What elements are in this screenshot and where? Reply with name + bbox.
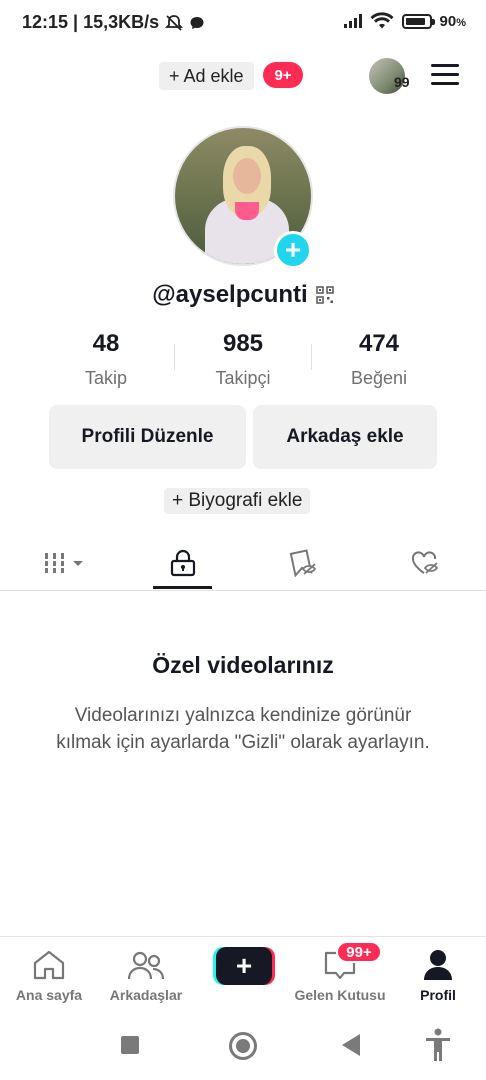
recents-icon[interactable] [121,1036,139,1054]
stat-label: Takipçi [215,368,271,388]
qr-code-icon[interactable] [315,286,334,304]
stat-followers[interactable]: 985 Takipçi [178,330,308,389]
system-navigation-bar [0,1010,486,1080]
add-friend-button[interactable]: Arkadaş ekle [253,405,437,469]
status-left: 12:15 | 15,3KB/s [22,12,205,33]
lock-icon [170,549,195,577]
message-bubble-icon [190,16,204,29]
stat-value: 985 [222,330,264,357]
home-icon [33,950,65,980]
status-right: 90% [343,12,466,30]
mute-bell-icon [165,14,184,31]
home-button-icon[interactable] [229,1032,257,1060]
empty-state-text: Videolarınızı yalnızca kendinize görünür… [56,705,430,753]
ad-badge: 9+ [263,62,303,88]
profile-icon [424,950,452,980]
stat-following[interactable]: 48 Takip [41,330,171,389]
stat-label: Beğeni [350,368,408,388]
back-icon[interactable] [342,1034,360,1056]
add-bio-button[interactable]: + Biyografi ekle [164,488,311,514]
stat-likes[interactable]: 474 Beğeni [314,330,444,389]
stat-divider [174,344,175,370]
tab-videos[interactable] [30,535,100,591]
stat-divider [311,344,312,370]
nav-profile[interactable]: Profil [408,937,468,1011]
add-ad-button[interactable]: + Ad ekle [159,62,254,90]
edit-profile-button[interactable]: Profili Düzenle [49,405,246,469]
heart-hidden-icon [411,551,439,574]
add-avatar-plus-icon[interactable]: + [274,231,312,269]
stat-value: 474 [358,330,400,357]
stat-label: Takip [84,368,128,388]
wifi-icon [370,12,394,29]
active-tab-indicator [153,586,212,589]
nav-friends[interactable]: Arkadaşlar [104,937,188,1011]
stat-value: 48 [92,330,120,357]
grid-icon [45,553,83,573]
battery-icon [401,13,435,29]
empty-state-title: Özel videolarınız [152,652,334,678]
menu-icon[interactable] [431,64,459,86]
plus-icon: + [216,947,272,985]
status-bar: 12:15 | 15,3KB/s 90% [0,0,486,48]
nav-label: Profil [420,987,456,1003]
account-notification-count: 99 [394,74,410,90]
inbox-badge: 99+ [336,941,382,963]
nav-label: Arkadaşlar [109,987,183,1003]
bookmark-hidden-icon [289,549,317,577]
signal-icon [343,14,362,28]
friends-icon [127,951,165,980]
create-button[interactable]: + [213,947,275,985]
nav-label: Gelen Kutusu [294,987,386,1003]
battery-percent: 90% [439,12,466,30]
accessibility-icon[interactable] [424,1028,452,1062]
tab-private[interactable] [153,535,212,591]
username-row: @ayselpcunti [0,281,486,309]
status-time-speed: 12:15 | 15,3KB/s [22,12,160,32]
profile-tabs [0,535,486,591]
tab-saved-hidden[interactable] [272,535,336,591]
nav-home[interactable]: Ana sayfa [8,937,90,1011]
tab-liked-hidden[interactable] [394,535,458,591]
nav-label: Ana sayfa [15,987,83,1003]
username: @ayselpcunti [152,281,308,308]
